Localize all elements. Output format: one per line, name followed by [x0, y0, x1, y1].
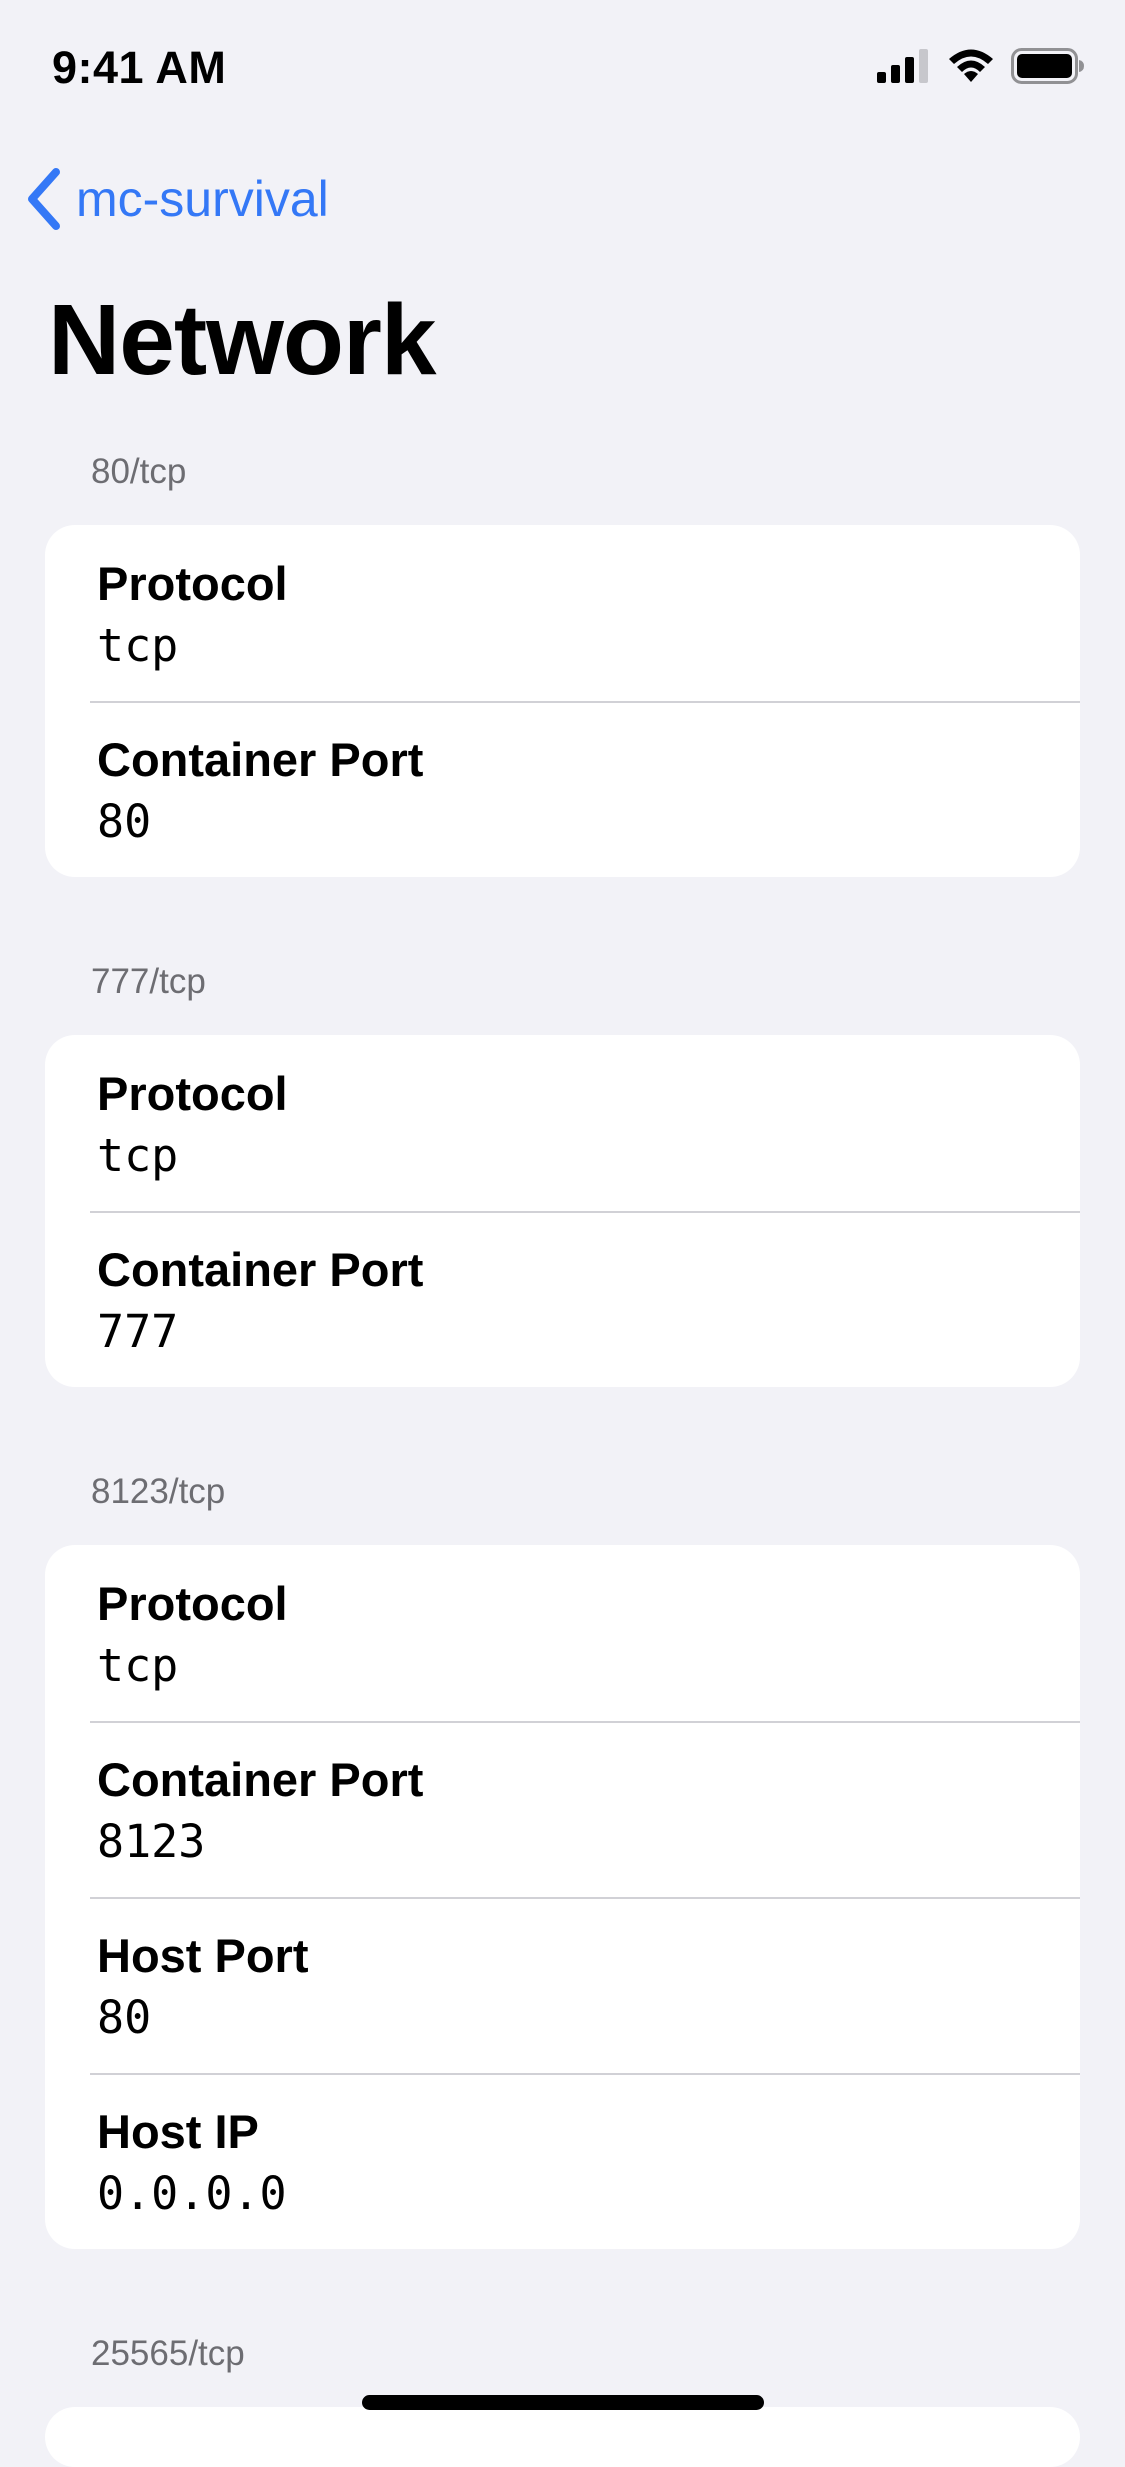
- row-label: Container Port: [97, 1753, 424, 1806]
- section-header: 25565/tcp: [91, 2334, 245, 2373]
- row-label: Protocol: [97, 1577, 288, 1630]
- row-label: Container Port: [97, 1243, 424, 1296]
- section-header: 8123/tcp: [91, 1472, 226, 1511]
- home-indicator[interactable]: [362, 2395, 764, 2410]
- detail-row-protocol: Protocol tcp: [45, 1035, 1080, 1211]
- detail-row-container-port: Container Port 80: [45, 701, 1080, 877]
- page-title: Network: [48, 284, 437, 396]
- row-label: Container Port: [97, 733, 424, 786]
- back-button-label: mc-survival: [76, 171, 329, 227]
- status-bar: 9:41 AM: [0, 0, 1125, 132]
- wifi-icon: [949, 49, 993, 82]
- cellular-signal-icon: [877, 49, 928, 83]
- row-label: Host Port: [97, 1929, 309, 1982]
- row-value: 80: [97, 795, 152, 848]
- port-details-card: Protocol tcp Container Port 8123 Host Po…: [45, 1545, 1080, 2249]
- row-label: Protocol: [97, 557, 288, 610]
- detail-row-protocol: Protocol tcp: [45, 1545, 1080, 1721]
- status-icons: [877, 48, 1085, 84]
- row-value: 8123: [97, 1815, 206, 1868]
- row-value: 777: [97, 1305, 179, 1358]
- row-label: Protocol: [97, 1067, 288, 1120]
- status-time: 9:41 AM: [52, 42, 227, 93]
- section-header: 80/tcp: [91, 452, 187, 491]
- row-value: 80: [97, 1991, 152, 2044]
- detail-row-container-port: Container Port 777: [45, 1211, 1080, 1387]
- port-details-card: Protocol tcp Container Port 80: [45, 525, 1080, 877]
- row-label: Host IP: [97, 2105, 259, 2158]
- battery-icon: [1011, 48, 1084, 84]
- chevron-left-icon: [28, 168, 60, 230]
- detail-row-container-port: Container Port 8123: [45, 1721, 1080, 1897]
- row-value: tcp: [97, 619, 179, 672]
- back-button[interactable]: mc-survival: [24, 166, 329, 232]
- detail-row-host-port: Host Port 80: [45, 1897, 1080, 2073]
- detail-row-host-ip: Host IP 0.0.0.0: [45, 2073, 1080, 2249]
- section-header: 777/tcp: [91, 962, 206, 1001]
- port-details-card: Protocol tcp Container Port 777: [45, 1035, 1080, 1387]
- row-value: tcp: [97, 1129, 179, 1182]
- detail-row-protocol: Protocol tcp: [45, 525, 1080, 701]
- row-value: 0.0.0.0: [97, 2167, 287, 2220]
- port-details-card: [45, 2407, 1080, 2467]
- row-value: tcp: [97, 1639, 179, 1692]
